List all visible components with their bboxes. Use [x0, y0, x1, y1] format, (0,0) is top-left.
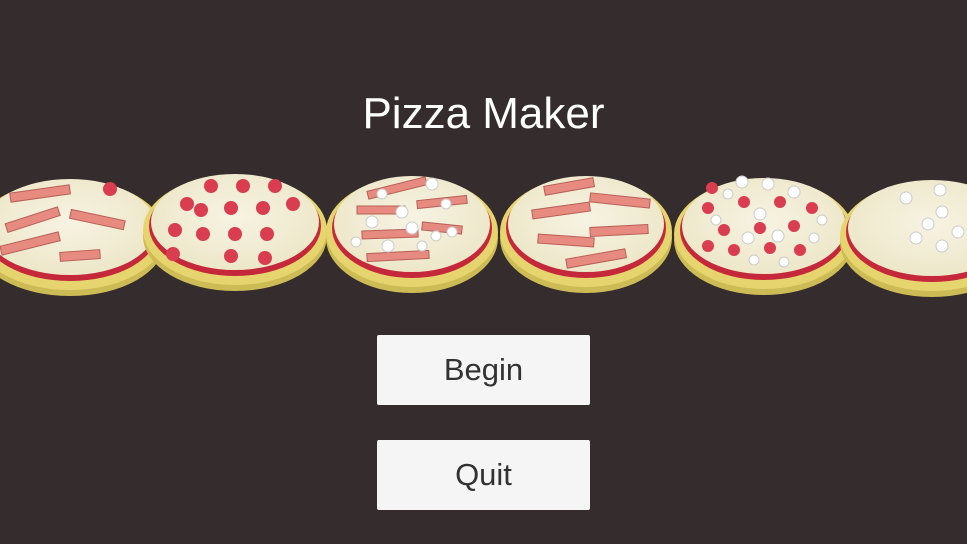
game-title: Pizza Maker: [362, 89, 605, 138]
pizza-carousel: [0, 174, 967, 297]
pizza-pepperoni: [143, 174, 327, 291]
begin-button[interactable]: Begin: [377, 335, 590, 405]
quit-button[interactable]: Quit: [377, 440, 590, 510]
pizza-bacon-mushroom: [326, 176, 498, 293]
pizza-bacon-2: [500, 176, 672, 293]
pizza-mushroom: [840, 180, 967, 297]
pizza-pepperoni-mushroom: [674, 175, 854, 295]
pizza-bacon: [0, 179, 165, 296]
main-menu-screen: Pizza Maker Begin Quit: [0, 0, 967, 544]
